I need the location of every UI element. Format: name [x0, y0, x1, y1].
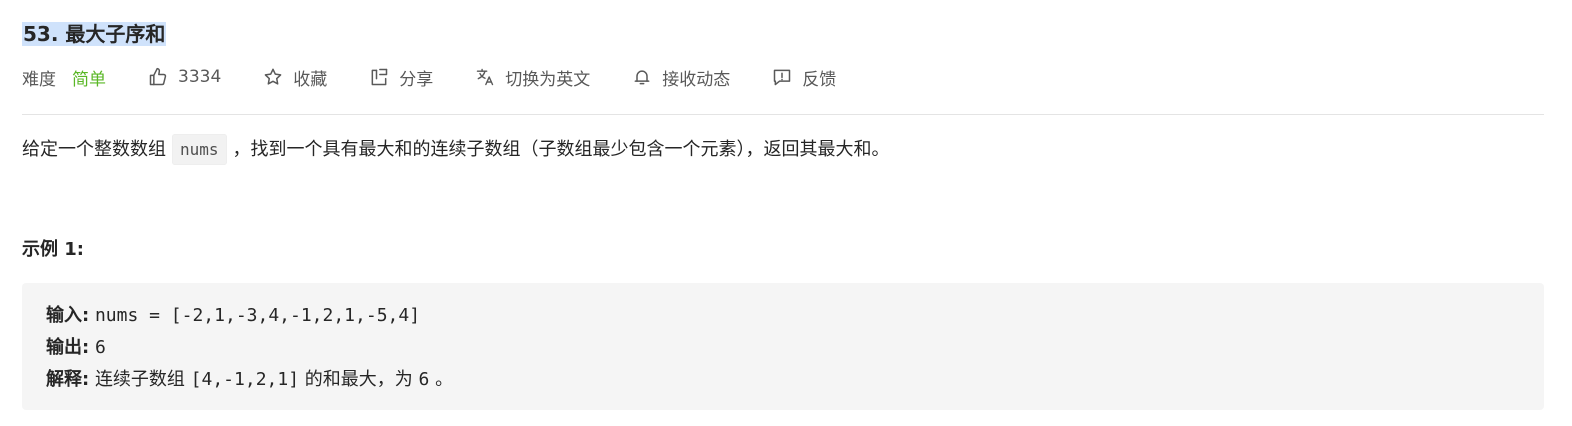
example-input-label: 输入: [46, 305, 90, 326]
example-explanation-text-1: 连续子数组 [94, 369, 185, 390]
favorite-button[interactable]: 收藏 [263, 65, 327, 90]
like-count: 3334 [178, 67, 222, 87]
example-box: 输入: nums = [-2,1,-3,4,-1,2,1,-5,4] 输出: 6… [22, 283, 1544, 410]
share-button[interactable]: 分享 [369, 65, 433, 90]
problem-title: 53. 最大子序和 [22, 22, 167, 46]
problem-description: 给定一个整数数组 nums ，找到一个具有最大和的连续子数组（子数组最少包含一个元素… [22, 133, 890, 167]
example-output-label: 输出: [46, 337, 90, 358]
example-explanation-label: 解释: [46, 369, 90, 390]
bell-icon [634, 70, 650, 85]
like-button[interactable]: 3334 [148, 67, 221, 87]
example-input-value: nums = [-2,1,-3,4,-1,2,1,-5,4] [94, 305, 421, 326]
feedback-icon [774, 69, 791, 86]
star-icon [264, 68, 282, 85]
example-input-line: 输入: nums = [-2,1,-3,4,-1,2,1,-5,4] [46, 300, 453, 332]
subscribe-label: 接收动态 [662, 69, 731, 90]
example-explanation-line: 解释: 连续子数组 [4,-1,2,1] 的和最大，为 6 。 [46, 364, 453, 396]
translate-icon [477, 68, 494, 86]
example-explanation-text-2: 的和最大，为 [304, 369, 413, 390]
description-text-after: ，找到一个具有最大和的连续子数组（子数组最少包含一个元素），返回其最大和。 [232, 139, 890, 160]
title-row: 53. 最大子序和 [22, 20, 167, 48]
example-explanation-code: [4,-1,2,1] [190, 369, 300, 390]
share-label: 分享 [399, 69, 434, 90]
translate-button[interactable]: 切换为英文 [475, 65, 590, 90]
example-heading: 示例 1: [22, 239, 84, 260]
example-output-value: 6 [94, 337, 106, 358]
feedback-label: 反馈 [802, 69, 837, 90]
translate-label: 切换为英文 [505, 69, 591, 90]
difficulty-value: 简单 [72, 69, 106, 90]
example-explanation-num: 6 [418, 369, 430, 390]
thumbs-up-icon [149, 67, 167, 86]
feedback-button[interactable]: 反馈 [772, 65, 836, 90]
share-icon [371, 68, 388, 86]
subscribe-button[interactable]: 接收动态 [632, 65, 730, 90]
example-output-line: 输出: 6 [46, 332, 453, 364]
description-code: nums [172, 134, 227, 165]
problem-meta-bar: 难度 简单 3334 收藏 分享 切换为英文 接收动态 反馈 [22, 62, 878, 92]
example-lines: 输入: nums = [-2,1,-3,4,-1,2,1,-5,4] 输出: 6… [46, 300, 453, 396]
example-explanation-text-3: 。 [435, 369, 454, 390]
description-text-before: 给定一个整数数组 [22, 139, 166, 160]
favorite-label: 收藏 [293, 69, 328, 90]
header-divider [22, 114, 1544, 115]
difficulty-label: 难度 [22, 69, 56, 90]
